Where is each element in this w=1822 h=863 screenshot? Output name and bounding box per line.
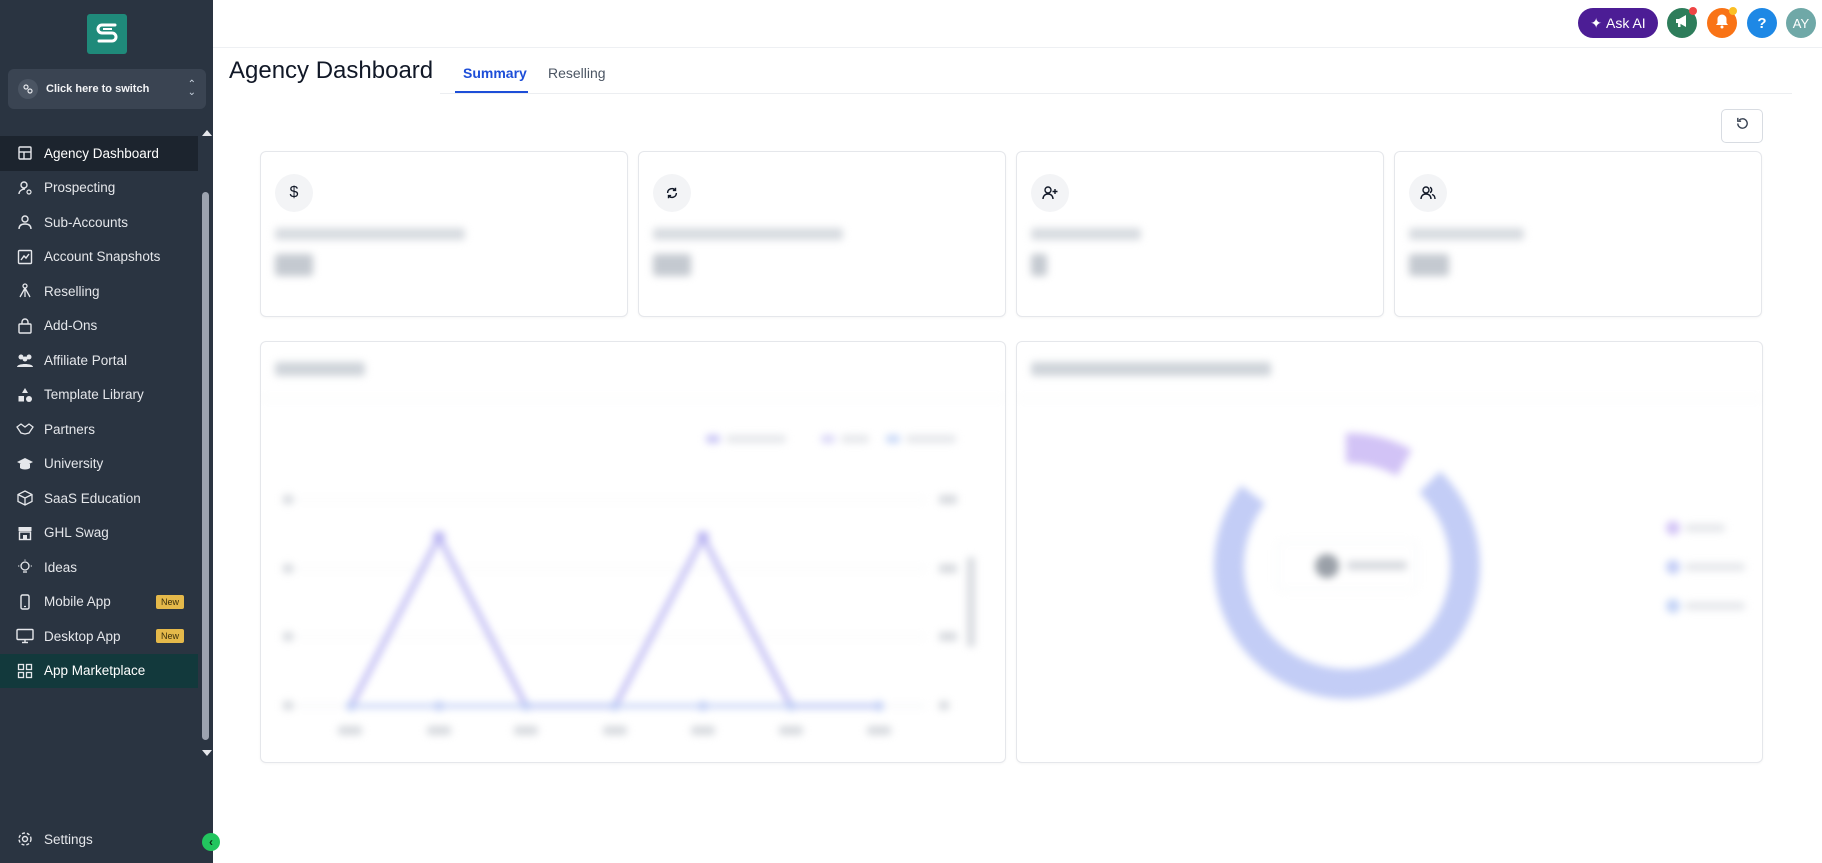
- sidebar-item-label: Affiliate Portal: [44, 352, 128, 368]
- sidebar-item-label: GHL Swag: [44, 525, 109, 541]
- sidebar-item-label: Reselling: [44, 283, 100, 299]
- unread-dot: [1689, 7, 1697, 15]
- switch-icon: [18, 79, 38, 99]
- megaphone-icon: [1674, 13, 1690, 33]
- sidebar-item-label: App Marketplace: [44, 663, 146, 679]
- grid-icon: [16, 662, 34, 680]
- sidebar-item-label: Template Library: [44, 387, 144, 403]
- sidebar-item-ideas[interactable]: Ideas: [0, 550, 198, 585]
- gear-icon: [16, 830, 34, 848]
- sidebar-item-settings[interactable]: Settings: [16, 830, 93, 848]
- help-button[interactable]: ?: [1747, 8, 1777, 38]
- sidebar-item-label: SaaS Education: [44, 490, 141, 506]
- sidebar-scrollbar[interactable]: [200, 124, 212, 756]
- help-label: ?: [1757, 14, 1767, 32]
- scroll-up-arrow-icon[interactable]: [202, 130, 212, 136]
- ask-ai-button[interactable]: ✦ Ask AI: [1578, 8, 1658, 38]
- shapes-icon: [16, 386, 34, 404]
- dollar-icon: $: [275, 174, 313, 212]
- announcements-button[interactable]: [1667, 7, 1697, 38]
- bell-icon: [1714, 13, 1730, 33]
- refresh-button[interactable]: [1721, 109, 1763, 143]
- reselling-icon: [16, 282, 34, 300]
- sidebar-item-university[interactable]: University: [0, 447, 198, 482]
- user-plus-icon: [1031, 174, 1069, 212]
- sidebar-item-prospecting[interactable]: Prospecting: [0, 171, 198, 206]
- mobile-icon: [16, 593, 34, 611]
- stat-card-revenue: $: [260, 151, 628, 317]
- sidebar: Click here to switch ⌃ ⌄ Agency Dashboard…: [0, 0, 220, 863]
- revenue-distribution-card: [1016, 341, 1763, 763]
- page-title: Agency Dashboard: [229, 57, 434, 84]
- settings-label: Settings: [44, 831, 93, 847]
- refresh-icon: [1735, 116, 1750, 136]
- monitor-icon: [16, 627, 34, 645]
- sidebar-item-ghl-swag[interactable]: GHL Swag: [0, 516, 198, 551]
- tab-reselling[interactable]: Reselling: [548, 65, 606, 81]
- sidebar-item-affiliate-portal[interactable]: Affiliate Portal: [0, 343, 198, 378]
- sidebar-item-label: Ideas: [44, 559, 78, 575]
- box-icon: [16, 489, 34, 507]
- handshake-icon: [16, 420, 34, 438]
- sidebar-item-label: Account Snapshots: [44, 249, 161, 265]
- sidebar-item-agency-dashboard[interactable]: Agency Dashboard: [0, 136, 198, 171]
- snapshot-icon: [16, 248, 34, 266]
- new-badge: New: [155, 629, 184, 644]
- graduation-cap-icon: [16, 455, 34, 473]
- sparkle-icon: ✦: [1590, 14, 1603, 31]
- bag-icon: [16, 317, 34, 335]
- blurred-chart: [261, 342, 1007, 764]
- sidebar-item-app-marketplace[interactable]: App Marketplace: [0, 653, 198, 688]
- sidebar-item-account-snapshots[interactable]: Account Snapshots: [0, 240, 198, 275]
- sidebar-item-label: University: [44, 456, 104, 472]
- avatar[interactable]: AY: [1786, 8, 1816, 38]
- tab-summary[interactable]: Summary: [463, 65, 527, 81]
- sidebar-nav: Agency Dashboard Prospecting Sub-Account…: [0, 136, 198, 688]
- avatar-initials: AY: [1792, 15, 1810, 31]
- lightbulb-icon: [16, 558, 34, 576]
- scroll-down-arrow-icon[interactable]: [202, 750, 212, 756]
- refresh-cycle-icon: [653, 174, 691, 212]
- switcher-label: Click here to switch: [46, 83, 150, 95]
- users-icon: [1409, 174, 1447, 212]
- sidebar-item-sub-accounts[interactable]: Sub-Accounts: [0, 205, 198, 240]
- sidebar-item-label: Partners: [44, 421, 96, 437]
- collapse-sidebar-button[interactable]: ‹: [202, 833, 220, 851]
- sidebar-item-reselling[interactable]: Reselling: [0, 274, 198, 309]
- sidebar-item-label: Agency Dashboard: [44, 145, 159, 161]
- new-badge: New: [155, 594, 184, 609]
- chevron-up-down-icon: ⌃ ⌄: [187, 79, 196, 98]
- store-icon: [16, 524, 34, 542]
- sidebar-item-add-ons[interactable]: Add-Ons: [0, 309, 198, 344]
- sidebar-item-label: Prospecting: [44, 180, 116, 196]
- accounts-chart-card: [260, 341, 1006, 763]
- blurred-chart: [1017, 342, 1764, 764]
- user-icon: [16, 213, 34, 231]
- active-tab-indicator: [455, 91, 528, 93]
- sidebar-item-saas-education[interactable]: SaaS Education: [0, 481, 198, 516]
- stat-card-new-accounts: [1016, 151, 1384, 317]
- group-icon: [16, 351, 34, 369]
- notification-dot: [1729, 7, 1737, 15]
- tabs-divider: [440, 93, 1792, 94]
- sidebar-item-partners[interactable]: Partners: [0, 412, 198, 447]
- logo-icon: [96, 23, 118, 43]
- sidebar-item-label: Desktop App: [44, 628, 121, 644]
- sidebar-item-label: Mobile App: [44, 594, 111, 610]
- stat-card-recurring: [638, 151, 1006, 317]
- sidebar-item-desktop-app[interactable]: Desktop App New: [0, 619, 198, 654]
- brand-logo[interactable]: [87, 14, 127, 54]
- account-switcher[interactable]: Click here to switch ⌃ ⌄: [8, 69, 206, 109]
- stat-card-total-accounts: [1394, 151, 1762, 317]
- sidebar-item-label: Sub-Accounts: [44, 214, 129, 230]
- sidebar-item-template-library[interactable]: Template Library: [0, 378, 198, 413]
- notifications-button[interactable]: [1707, 7, 1737, 38]
- scrollbar-thumb[interactable]: [202, 192, 209, 740]
- dashboard-icon: [16, 144, 34, 162]
- prospecting-icon: [16, 179, 34, 197]
- sidebar-item-mobile-app[interactable]: Mobile App New: [0, 585, 198, 620]
- ask-ai-label: Ask AI: [1606, 15, 1646, 31]
- sidebar-item-label: Add-Ons: [44, 318, 98, 334]
- chevron-left-icon: ‹: [209, 835, 213, 849]
